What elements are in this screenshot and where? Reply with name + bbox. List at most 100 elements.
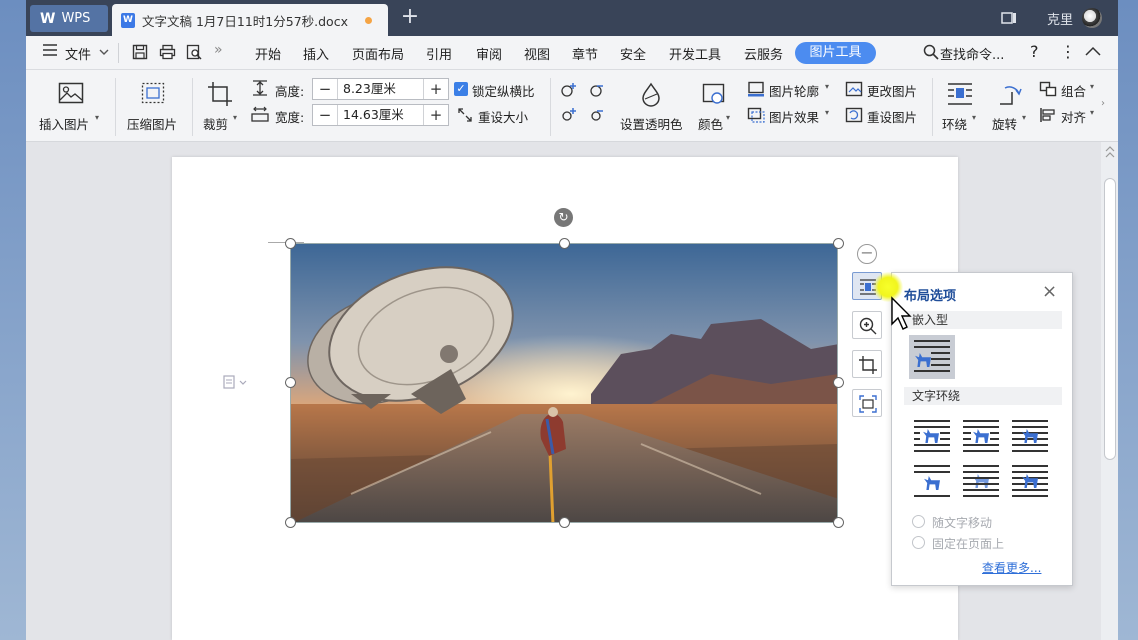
close-icon[interactable]: ×	[1042, 281, 1057, 302]
picture-to-text-button[interactable]	[852, 389, 882, 417]
tab-cloud[interactable]: 云服务	[744, 44, 783, 63]
width-icon	[251, 106, 269, 122]
reset-size-label[interactable]: 重设大小	[478, 107, 528, 126]
more-options-icon[interactable]: ⋮	[1060, 42, 1076, 61]
align-icon[interactable]	[1039, 107, 1057, 123]
wrap-in-front-option[interactable]	[1010, 463, 1050, 499]
move-with-text-radio[interactable]	[912, 515, 925, 528]
collapse-minus-icon[interactable]: −	[857, 244, 877, 264]
width-input[interactable]: 14.63厘米	[337, 105, 424, 125]
wps-home-tab[interactable]: W WPS	[30, 5, 108, 32]
selected-picture[interactable]	[290, 243, 838, 523]
resize-handle[interactable]	[559, 517, 570, 528]
width-stepper[interactable]: − 14.63厘米 +	[312, 104, 449, 126]
picture-icon	[58, 82, 84, 104]
resize-handle[interactable]	[285, 377, 296, 388]
print-preview-icon[interactable]	[186, 44, 203, 60]
insert-picture-button[interactable]: 插入图片 ▾	[38, 76, 102, 136]
new-tab-button[interactable]: +	[398, 5, 422, 31]
wrap-top-bottom-option[interactable]	[912, 463, 952, 499]
search-icon[interactable]	[923, 44, 939, 60]
height-decrease-button[interactable]: −	[313, 79, 337, 99]
tab-home[interactable]: 开始	[255, 44, 281, 63]
tab-review[interactable]: 审阅	[476, 44, 502, 63]
tab-page-layout[interactable]: 页面布局	[352, 44, 404, 63]
wrap-tight-option[interactable]	[961, 418, 1001, 454]
tab-developer[interactable]: 开发工具	[669, 44, 721, 63]
wrap-through-option[interactable]	[1010, 418, 1050, 454]
scan-picture-icon	[859, 395, 877, 413]
tab-picture-tools[interactable]: 图片工具	[795, 42, 876, 64]
width-decrease-button[interactable]: −	[313, 105, 337, 125]
set-transparent-label: 设置透明色	[620, 117, 683, 132]
color-button[interactable]: 颜色 ▾	[694, 76, 736, 136]
picture-outline-icon[interactable]	[747, 81, 765, 97]
tab-view[interactable]: 视图	[524, 44, 550, 63]
bring-forward-icon[interactable]	[560, 82, 578, 98]
rotate-button[interactable]: 旋转 ▾	[989, 76, 1035, 136]
window-mode-icon[interactable]	[1000, 10, 1018, 26]
picture-effects-icon[interactable]	[747, 107, 765, 123]
print-icon[interactable]	[159, 44, 176, 60]
height-input[interactable]: 8.23厘米	[337, 79, 424, 99]
tab-sections[interactable]: 章节	[572, 44, 598, 63]
scrollbar-thumb[interactable]	[1104, 178, 1116, 460]
height-stepper[interactable]: − 8.23厘米 +	[312, 78, 449, 100]
command-search[interactable]: 查找命令...	[940, 44, 1004, 63]
lock-ratio-checkbox[interactable]: ✓	[454, 82, 468, 96]
resize-handle[interactable]	[285, 517, 296, 528]
more-quick-access-icon[interactable]: »	[214, 42, 223, 58]
wrap-behind-text-option[interactable]	[961, 463, 1001, 499]
group-label[interactable]: 组合	[1061, 81, 1086, 100]
decrease-contrast-icon[interactable]	[587, 107, 605, 123]
compress-picture-button[interactable]: 压缩图片	[124, 76, 184, 136]
height-increase-button[interactable]: +	[424, 79, 448, 99]
zoom-picture-button[interactable]	[852, 311, 882, 339]
reset-size-icon[interactable]	[457, 107, 473, 123]
paragraph-handle-icon[interactable]	[222, 375, 248, 389]
reset-picture-icon[interactable]	[845, 107, 863, 123]
divider	[932, 78, 933, 136]
align-label[interactable]: 对齐	[1061, 107, 1086, 126]
user-name[interactable]: 克里	[1047, 9, 1073, 28]
wrap-icon	[948, 83, 972, 105]
reset-picture-label[interactable]: 重设图片	[867, 107, 917, 126]
wrap-text-button[interactable]: 环绕 ▾	[939, 76, 985, 136]
scroll-right-icon[interactable]: ›	[1101, 98, 1105, 109]
tab-insert[interactable]: 插入	[303, 44, 329, 63]
group-icon[interactable]	[1039, 81, 1057, 97]
tab-references[interactable]: 引用	[426, 44, 452, 63]
resize-handle[interactable]	[559, 238, 570, 249]
hamburger-menu-icon[interactable]	[42, 43, 58, 61]
wrap-square-option[interactable]	[912, 418, 952, 454]
resize-handle[interactable]	[833, 517, 844, 528]
tab-security[interactable]: 安全	[620, 44, 646, 63]
set-transparent-color-button[interactable]: 设置透明色	[616, 76, 688, 136]
picture-outline-label[interactable]: 图片轮廓	[769, 81, 819, 100]
send-backward-icon[interactable]	[587, 82, 605, 98]
change-picture-label[interactable]: 更改图片	[867, 81, 917, 100]
crop-button[interactable]: 裁剪 ▾	[200, 76, 244, 136]
chevron-down-icon[interactable]	[99, 48, 109, 56]
width-increase-button[interactable]: +	[424, 105, 448, 125]
change-picture-icon[interactable]	[845, 81, 863, 97]
crop-picture-button[interactable]	[852, 350, 882, 378]
resize-handle[interactable]	[833, 238, 844, 249]
resize-handle[interactable]	[285, 238, 296, 249]
collapse-ribbon-icon[interactable]	[1085, 46, 1101, 56]
wrap-inline-option[interactable]	[909, 335, 955, 379]
avatar[interactable]	[1082, 8, 1102, 28]
resize-handle[interactable]	[833, 377, 844, 388]
see-more-link[interactable]: 查看更多...	[982, 559, 1041, 576]
rotate-handle-icon[interactable]: ↻	[554, 208, 573, 227]
document-tab[interactable]: W 文字文稿 1月7日11时1分57秒.docx	[112, 4, 388, 36]
wps-logo-icon: W	[40, 10, 56, 27]
picture-effects-label[interactable]: 图片效果	[769, 107, 819, 126]
save-icon[interactable]	[132, 44, 148, 60]
height-label: 高度:	[275, 84, 305, 99]
file-menu[interactable]: 文件	[65, 44, 91, 63]
help-icon[interactable]: ?	[1030, 42, 1039, 61]
scroll-up-icon[interactable]	[1105, 146, 1115, 158]
increase-contrast-icon[interactable]	[560, 107, 578, 123]
fix-on-page-radio[interactable]	[912, 536, 925, 549]
